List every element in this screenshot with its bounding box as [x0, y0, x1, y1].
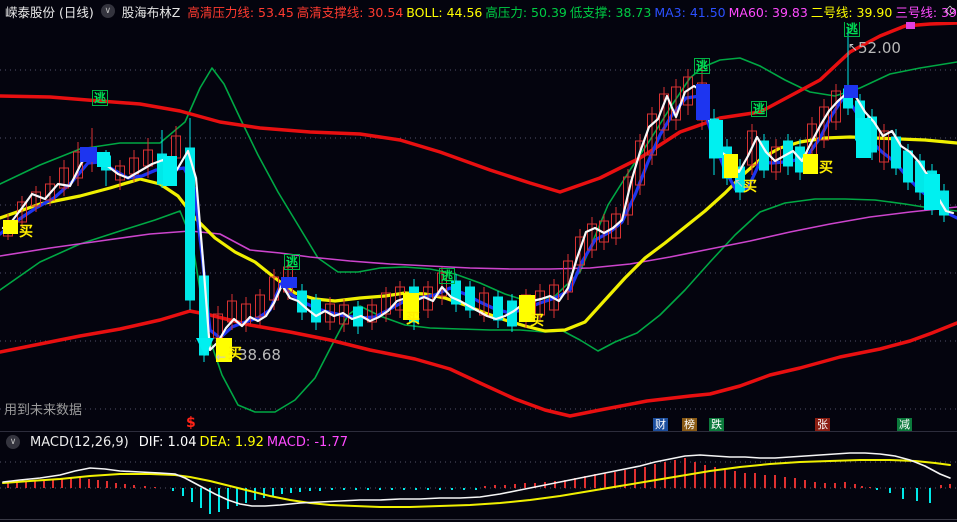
red-support-line [0, 309, 957, 418]
window-bottom-border [0, 519, 957, 520]
indicator-values: 高清压力线: 53.45 高清支撑线: 30.54 BOLL: 44.56 高压力: … [187, 2, 957, 21]
quick-button-badge[interactable]: 跌 [709, 418, 724, 432]
indicator-field: BOLL: 44.56 [406, 4, 483, 20]
ex-rights-dollar-marker: $ [186, 415, 196, 431]
panel-divider [0, 431, 957, 432]
signal-block [3, 220, 18, 234]
chevron-down-icon[interactable]: ∨ [6, 435, 20, 449]
macd-values: DIF: 1.04 DEA: 1.92 MACD: -1.77 [139, 435, 351, 450]
low-price-annotation: 38.68 [238, 346, 281, 364]
escape-signal-label: 逃 [694, 58, 711, 74]
signal-block [97, 152, 110, 167]
indicator-field: 高清支撑线: 30.54 [296, 4, 404, 20]
quick-button-badge[interactable]: 榜 [682, 418, 697, 432]
signal-block [803, 154, 818, 174]
indicator-field: 二号线: 39.90 [810, 4, 893, 20]
signal-block [709, 120, 723, 158]
magenta-ma60-line [0, 206, 957, 270]
macd-field: DIF: 1.04 [138, 434, 197, 450]
buy-triangle-marker [196, 338, 214, 356]
indicator-name[interactable]: 股海布林Z [122, 2, 181, 21]
buy-signal-label: 买 [819, 160, 833, 176]
annotation-arrow-icon: ← [216, 350, 227, 364]
annotation-arrow-icon: ↖ [848, 40, 859, 54]
signal-block [856, 118, 871, 158]
buy-signal-label: 买 [406, 311, 420, 327]
quick-button-badge[interactable]: 财 [653, 418, 668, 432]
down-candle [903, 150, 913, 183]
signal-block [844, 85, 858, 98]
stock-chart-window: 嵘泰股份 (日线) ∨ 股海布林Z 高清压力线: 53.45 高清支撑线: 30.… [0, 0, 957, 522]
buy-signal-label: 买 [19, 224, 33, 240]
green-lower-band [0, 198, 957, 413]
indicator-field: 高清压力线: 53.45 [187, 4, 294, 20]
white-close-line [1, 84, 955, 352]
signal-block [281, 277, 297, 288]
escape-signal-label: 逃 [92, 90, 109, 106]
blue-ma3-line [0, 93, 957, 340]
indicator-field: MA3: 41.50 [654, 4, 726, 20]
buy-signal-label: 买 [228, 346, 242, 362]
down-candle [311, 299, 321, 323]
buy-signal-label: 买 [530, 313, 544, 329]
indicator-field: MA60: 39.83 [728, 4, 808, 20]
escape-signal-label: 逃 [439, 268, 456, 284]
macd-field: DEA: 1.92 [199, 434, 264, 450]
down-candle [915, 160, 925, 193]
signal-block [696, 84, 710, 120]
annotation-arrow-icon: ↖ [734, 176, 745, 190]
quick-button-badge[interactable]: 张 [815, 418, 830, 432]
signal-block [80, 147, 97, 162]
escape-signal-label: 逃 [284, 254, 301, 270]
indicator-field: 高压力: 50.39 [485, 4, 567, 20]
macd-title[interactable]: MACD(12,26,9) [30, 435, 129, 450]
indicator-header: 嵘泰股份 (日线) ∨ 股海布林Z 高清压力线: 53.45 高清支撑线: 30.… [0, 0, 957, 22]
signal-block [163, 156, 177, 186]
escape-signal-label: 逃 [844, 21, 861, 37]
signal-block [906, 21, 915, 29]
stock-title: 嵘泰股份 (日线) [5, 4, 94, 20]
macd-field: MACD: -1.77 [266, 434, 348, 450]
macd-header: ∨ MACD(12,26,9) DIF: 1.04 DEA: 1.92 MACD: … [0, 433, 957, 451]
diamond-icon: ◇ [945, 3, 955, 18]
high-price-annotation: 52.00 [858, 39, 901, 57]
chevron-down-icon[interactable]: ∨ [100, 4, 115, 18]
quick-button-badge[interactable]: 减 [897, 418, 912, 432]
signal-block [724, 154, 738, 178]
escape-signal-label: 逃 [751, 101, 768, 117]
future-data-watermark: 用到未来数据 [4, 403, 83, 418]
indicator-field: 低支撑: 38.73 [569, 4, 652, 20]
signal-block [924, 174, 940, 210]
buy-signal-label: 买 [743, 179, 757, 195]
macd-dea-line [2, 459, 951, 508]
